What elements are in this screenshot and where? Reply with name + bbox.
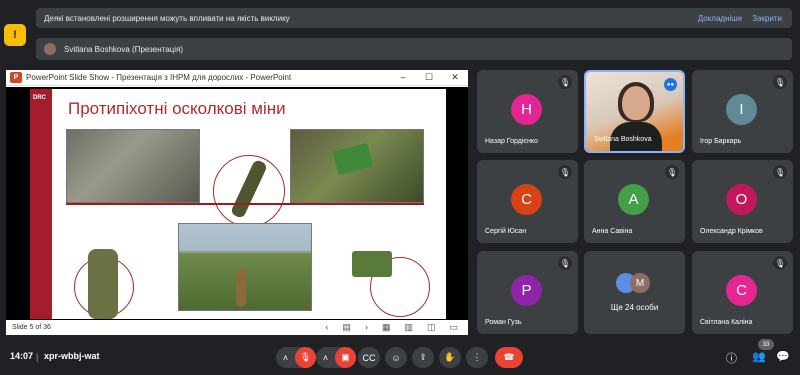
speaking-indicator-icon: ●● xyxy=(664,78,677,91)
avatar: С xyxy=(511,184,542,215)
normal-view-icon[interactable]: ▦ xyxy=(382,322,391,333)
chevron-up-icon[interactable]: ˄ xyxy=(276,353,295,363)
divider-line xyxy=(66,203,424,205)
raise-hand-button[interactable]: ✋ xyxy=(439,347,461,368)
avatar: А xyxy=(618,184,649,215)
mine-in-ground-photo xyxy=(66,129,200,203)
participant-tile[interactable]: 🎙 С Сергій Юсан xyxy=(477,160,578,243)
maximize-icon[interactable]: ☐ xyxy=(416,72,442,83)
next-slide-icon[interactable]: › xyxy=(365,322,368,333)
participant-name: Світлана Каліна xyxy=(700,319,753,326)
bottom-toolbar: 14:07 | xpr-wbbj-wat ˄ 🎙 ˄ ▣ CC ☺ ⇪ ✋ ⋮ … xyxy=(0,340,800,375)
mic-off-icon: 🎙 xyxy=(558,75,572,89)
participant-tile[interactable]: 🎙 О Олександр Крімков xyxy=(692,160,793,243)
prev-slide-icon[interactable]: ‹ xyxy=(325,322,328,333)
avatar: С xyxy=(726,275,757,306)
mic-off-icon: 🎙 xyxy=(665,165,679,179)
close-icon[interactable]: ✕ xyxy=(442,72,468,83)
participant-tile[interactable]: 🎙 Н Назар Гордієнко xyxy=(477,70,578,153)
details-link[interactable]: Докладніше xyxy=(698,14,742,23)
more-participants-label: Ще 24 особи xyxy=(610,303,659,312)
participant-name: Сергій Юсан xyxy=(485,228,527,235)
clock: 14:07 xyxy=(10,351,34,361)
mic-off-icon: 🎙 xyxy=(773,75,787,89)
chevron-up-icon[interactable]: ˄ xyxy=(316,353,335,363)
close-banner-button[interactable]: Закрити xyxy=(752,14,782,23)
leave-call-button[interactable]: ☎ xyxy=(495,347,523,368)
bounding-mine-image xyxy=(88,249,118,319)
notes-icon[interactable]: ▤ xyxy=(342,322,351,333)
participant-name: Ігор Баркарь xyxy=(700,138,742,145)
ppt-window-title: PowerPoint Slide Show - Презентація з ІН… xyxy=(26,73,292,82)
reactions-button[interactable]: ☺ xyxy=(385,347,407,368)
mic-off-icon: 🎙 xyxy=(558,256,572,270)
presenter-label: Svitlana Boshkova (Презентація) xyxy=(64,44,183,54)
participant-tile[interactable]: 🎙 С Світлана Каліна xyxy=(692,251,793,334)
participant-name: Svitlana Boshkova xyxy=(594,136,652,143)
avatar: О xyxy=(726,184,757,215)
slide-area: DRC Протипіхотні осколкові міни xyxy=(6,87,468,320)
slide-counter: Slide 5 of 36 xyxy=(12,324,51,331)
camera-off-icon[interactable]: ▣ xyxy=(335,347,356,368)
meet-window: ! Деякі встановлені розширення можуть вп… xyxy=(0,0,800,375)
captions-icon: CC xyxy=(362,352,376,363)
participant-name: Назар Гордієнко xyxy=(485,138,538,145)
warning-icon[interactable]: ! xyxy=(4,24,26,46)
drc-logo: DRC xyxy=(33,95,46,101)
participant-tile[interactable]: 🎙 А Анна Савіна xyxy=(584,160,685,243)
avatar: Р xyxy=(511,275,542,306)
hand-icon: ✋ xyxy=(444,352,456,362)
mic-off-icon: 🎙 xyxy=(773,165,787,179)
more-options-button[interactable]: ⋮ xyxy=(466,347,488,368)
slide-title: Протипіхотні осколкові міни xyxy=(68,99,286,118)
participant-name: Анна Савіна xyxy=(592,228,633,235)
mic-off-icon: 🎙 xyxy=(773,256,787,270)
camera-button[interactable]: ˄ ▣ xyxy=(316,347,356,368)
sorter-view-icon[interactable]: ▥ xyxy=(404,322,413,333)
field-mine-image xyxy=(236,269,246,307)
mic-off-icon[interactable]: 🎙 xyxy=(295,347,316,368)
shared-screen[interactable]: P PowerPoint Slide Show - Презентація з … xyxy=(6,70,468,335)
slideshow-footer: Slide 5 of 36 ‹ ▤ › ▦ ▥ ◫ ▭ xyxy=(6,320,468,335)
mic-off-icon: 🎙 xyxy=(558,165,572,179)
avatar: M xyxy=(630,273,650,293)
participants-count-badge: 33 xyxy=(758,339,774,350)
presenter-view-icon[interactable]: ▭ xyxy=(449,322,458,333)
more-participants-tile[interactable]: M Ще 24 особи xyxy=(584,251,685,334)
powerpoint-icon: P xyxy=(10,72,22,83)
hang-up-icon: ☎ xyxy=(503,352,515,362)
banner-message: Деякі встановлені розширення можуть впли… xyxy=(44,13,290,23)
separator: | xyxy=(36,352,39,362)
avatar: Н xyxy=(511,94,542,125)
presenter-banner: Svitlana Boshkova (Презентація) xyxy=(36,38,792,60)
meeting-code: xpr-wbbj-wat xyxy=(44,351,100,361)
ppt-titlebar: P PowerPoint Slide Show - Презентація з … xyxy=(6,70,468,86)
people-icon[interactable]: 👥 xyxy=(752,350,766,363)
presenter-avatar xyxy=(44,43,56,55)
info-icon[interactable]: ⓘ xyxy=(726,350,737,366)
avatar: І xyxy=(726,94,757,125)
chat-icon[interactable]: 💬 xyxy=(776,350,790,363)
present-icon: ⇪ xyxy=(419,352,427,362)
participant-tile[interactable]: 🎙 Р Роман Гузь xyxy=(477,251,578,334)
microphone-button[interactable]: ˄ 🎙 xyxy=(276,347,316,368)
captions-button[interactable]: CC xyxy=(358,347,380,368)
slide-side-bar: DRC xyxy=(30,89,52,319)
directional-mine-image xyxy=(352,251,392,277)
extensions-banner: Деякі встановлені розширення можуть впли… xyxy=(36,8,792,28)
present-button[interactable]: ⇪ xyxy=(412,347,434,368)
reading-view-icon[interactable]: ◫ xyxy=(427,322,436,333)
more-avatars: M xyxy=(616,273,656,295)
more-vert-icon: ⋮ xyxy=(472,352,482,362)
participant-name: Роман Гузь xyxy=(485,319,522,326)
participant-name: Олександр Крімков xyxy=(700,228,763,235)
emoji-icon: ☺ xyxy=(391,352,401,363)
minimize-icon[interactable]: – xyxy=(390,72,416,83)
participant-tile[interactable]: 🎙 І Ігор Баркарь xyxy=(692,70,793,153)
slide: DRC Протипіхотні осколкові міни xyxy=(30,89,446,319)
participant-tile-speaking[interactable]: ●● Svitlana Boshkova xyxy=(584,70,685,153)
